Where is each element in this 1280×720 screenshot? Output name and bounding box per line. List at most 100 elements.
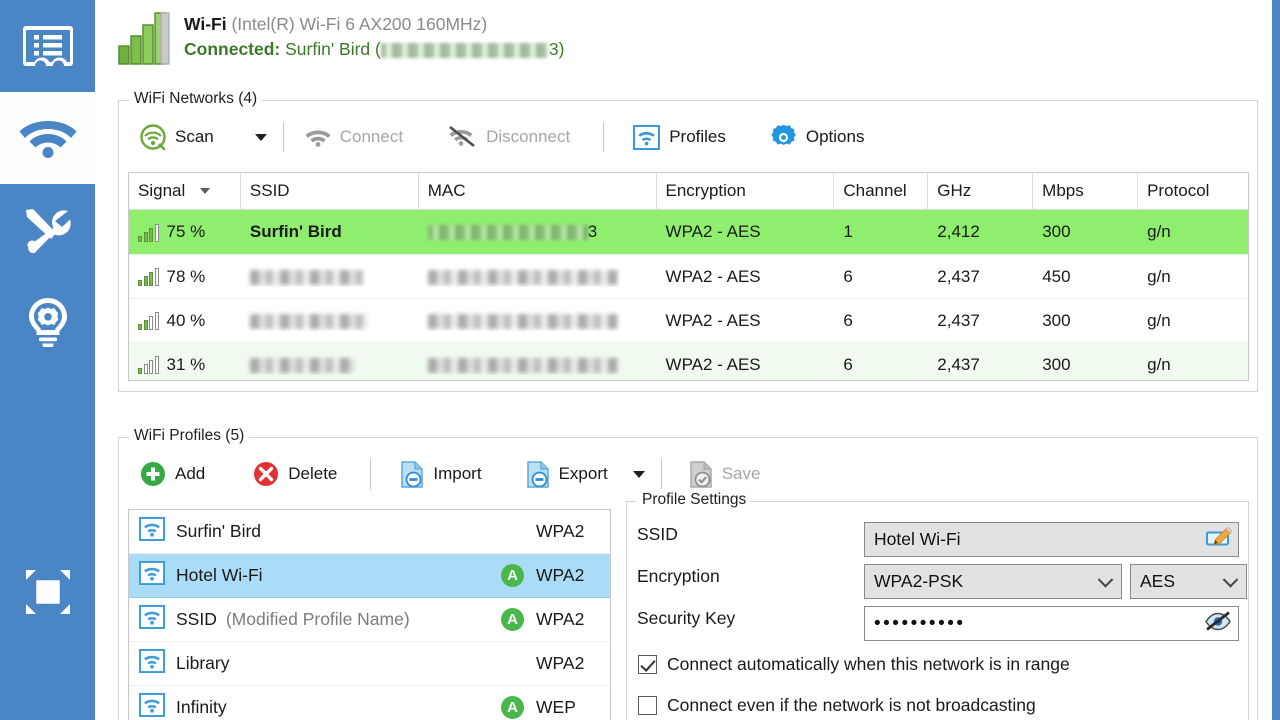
cell-signal: 75 % bbox=[129, 222, 241, 242]
security-key-label: Security Key bbox=[637, 608, 736, 628]
scan-button[interactable]: Scan bbox=[129, 117, 225, 157]
edit-pencil-icon[interactable] bbox=[1206, 525, 1233, 554]
networks-table[interactable]: Signal SSID MAC Encryption Channel GHz M… bbox=[128, 172, 1249, 381]
sidebar-item-wifi[interactable] bbox=[0, 92, 95, 184]
auto-connect-badge: A bbox=[501, 608, 524, 631]
signal-bars-icon bbox=[138, 267, 159, 286]
connect-label: Connect bbox=[339, 127, 404, 146]
wifi-profiles-panel: WiFi Profiles (5) Add Delete Import Expo… bbox=[118, 427, 1258, 720]
import-profile-button[interactable]: Import bbox=[389, 454, 492, 494]
column-header-protocol[interactable]: Protocol bbox=[1138, 173, 1248, 210]
column-header-channel[interactable]: Channel bbox=[834, 173, 929, 210]
table-row[interactable]: 75 % Surfin' Bird 3 WPA2 - AES 1 2,412 3… bbox=[129, 210, 1248, 254]
list-item[interactable]: Infinity A WEP bbox=[129, 686, 610, 720]
connect-wifi-icon bbox=[305, 127, 331, 147]
cipher-value: AES bbox=[1140, 571, 1176, 591]
tools-icon bbox=[23, 207, 73, 253]
export-profile-button[interactable]: Export bbox=[515, 454, 619, 494]
wifi-networks-legend: WiFi Networks (4) bbox=[129, 90, 263, 108]
export-dropdown-caret[interactable] bbox=[632, 470, 645, 478]
hidden-network-checkbox[interactable] bbox=[638, 696, 657, 715]
list-item[interactable]: Surfin' Bird WPA2 bbox=[129, 510, 610, 554]
column-header-signal[interactable]: Signal bbox=[129, 173, 241, 210]
table-header-row: Signal SSID MAC Encryption Channel GHz M… bbox=[129, 173, 1248, 210]
signal-bars-icon bbox=[138, 223, 159, 242]
scan-dropdown-caret[interactable] bbox=[254, 133, 267, 141]
ssid-row: SSID bbox=[637, 524, 678, 545]
delete-circle-icon bbox=[253, 461, 279, 487]
reveal-password-eye-off-icon[interactable] bbox=[1204, 610, 1232, 637]
encryption-value: WPA2-PSK bbox=[874, 571, 964, 591]
table-row[interactable]: 78 % WPA2 - AES 6 2,437 450 g/n bbox=[129, 254, 1248, 298]
list-item[interactable]: SSID (Modified Profile Name) A WPA2 bbox=[129, 598, 610, 642]
cell-encryption: WPA2 - AES bbox=[665, 222, 761, 241]
auto-connect-checkbox-row[interactable]: Connect automatically when this network … bbox=[638, 654, 1070, 675]
list-item[interactable]: Hotel Wi-Fi A WPA2 bbox=[129, 554, 610, 598]
signal-percent: 31 % bbox=[166, 354, 206, 374]
mac-suffix: 3 bbox=[587, 222, 598, 241]
encryption-row: Encryption bbox=[637, 566, 720, 587]
delete-label: Delete bbox=[288, 464, 338, 483]
profile-name: SSID bbox=[176, 609, 217, 629]
connect-button[interactable]: Connect bbox=[294, 117, 414, 157]
encryption-select[interactable]: WPA2-PSK bbox=[864, 564, 1122, 599]
table-row[interactable]: 40 % WPA2 - AES 6 2,437 300 g/n bbox=[129, 298, 1248, 342]
column-header-mac[interactable]: MAC bbox=[419, 173, 657, 210]
list-card-icon bbox=[22, 23, 74, 69]
profile-security: WPA2 bbox=[536, 521, 585, 541]
sidebar-item-list-view[interactable] bbox=[0, 0, 95, 92]
signal-strength-icon bbox=[118, 10, 172, 71]
delete-profile-button[interactable]: Delete bbox=[242, 454, 348, 494]
cell-ssid bbox=[241, 311, 419, 331]
add-profile-button[interactable]: Add bbox=[129, 454, 216, 494]
column-header-ssid[interactable]: SSID bbox=[241, 173, 419, 210]
sidebar-item-fullscreen[interactable] bbox=[0, 546, 95, 638]
profiles-list[interactable]: Surfin' Bird WPA2 Hotel Wi-Fi A WPA2 SSI… bbox=[128, 509, 611, 720]
sidebar bbox=[0, 0, 95, 720]
auto-connect-label: Connect automatically when this network … bbox=[667, 654, 1070, 674]
ssid-masked bbox=[249, 313, 368, 329]
encryption-label: Encryption bbox=[637, 566, 720, 586]
sort-desc-icon bbox=[200, 188, 211, 194]
sidebar-item-ideas[interactable] bbox=[0, 276, 95, 368]
profile-wifi-icon bbox=[139, 693, 165, 720]
disconnect-button[interactable]: Disconnect bbox=[436, 117, 581, 157]
sidebar-item-tools[interactable] bbox=[0, 184, 95, 276]
list-item[interactable]: Library WPA2 bbox=[129, 642, 610, 686]
export-file-icon bbox=[526, 460, 550, 488]
profiles-button[interactable]: Profiles bbox=[622, 117, 737, 157]
security-key-input[interactable]: •••••••••• bbox=[864, 606, 1239, 641]
connected-label: Connected: bbox=[184, 39, 281, 59]
import-file-icon bbox=[400, 460, 424, 488]
profile-wifi-icon bbox=[139, 605, 165, 634]
column-header-encryption[interactable]: Encryption bbox=[657, 173, 835, 210]
scan-icon bbox=[140, 124, 166, 150]
profile-security: WPA2 bbox=[536, 609, 585, 629]
mac-masked bbox=[427, 357, 618, 373]
hidden-network-checkbox-row[interactable]: Connect even if the network is not broad… bbox=[638, 695, 1036, 716]
wifi-profiles-legend: WiFi Profiles (5) bbox=[129, 427, 250, 445]
signal-bars-icon bbox=[138, 311, 159, 330]
column-header-mbps[interactable]: Mbps bbox=[1033, 173, 1139, 210]
auto-connect-checkbox[interactable] bbox=[638, 655, 657, 674]
auto-connect-badge: A bbox=[501, 564, 524, 587]
cell-mac bbox=[419, 267, 657, 287]
ssid-masked bbox=[249, 269, 363, 285]
profile-security: WPA2 bbox=[536, 565, 585, 585]
save-profile-button[interactable]: Save bbox=[678, 454, 772, 494]
auto-connect-badge bbox=[501, 652, 524, 675]
ssid-input[interactable]: Hotel Wi-Fi bbox=[864, 522, 1239, 557]
profile-settings-legend: Profile Settings bbox=[637, 491, 752, 509]
options-button[interactable]: Options bbox=[759, 117, 876, 157]
column-header-ghz[interactable]: GHz bbox=[928, 173, 1034, 210]
cell-encryption: WPA2 - AES bbox=[665, 354, 761, 374]
header-connected-line: Connected: Surfin' Bird (3) bbox=[184, 37, 564, 62]
networks-toolbar: Scan Connect Disconnect Profiles Options bbox=[129, 115, 875, 159]
cell-mbps: 300 bbox=[1042, 222, 1071, 241]
cipher-select[interactable]: AES bbox=[1130, 564, 1247, 599]
signal-bars-icon bbox=[138, 355, 159, 374]
table-row[interactable]: 31 % WPA2 - AES 6 2,437 300 g/n bbox=[129, 342, 1248, 380]
cell-ghz: 2,437 bbox=[937, 310, 980, 330]
profiles-toolbar: Add Delete Import Export Save bbox=[129, 452, 771, 496]
cell-encryption: WPA2 - AES bbox=[665, 266, 761, 286]
